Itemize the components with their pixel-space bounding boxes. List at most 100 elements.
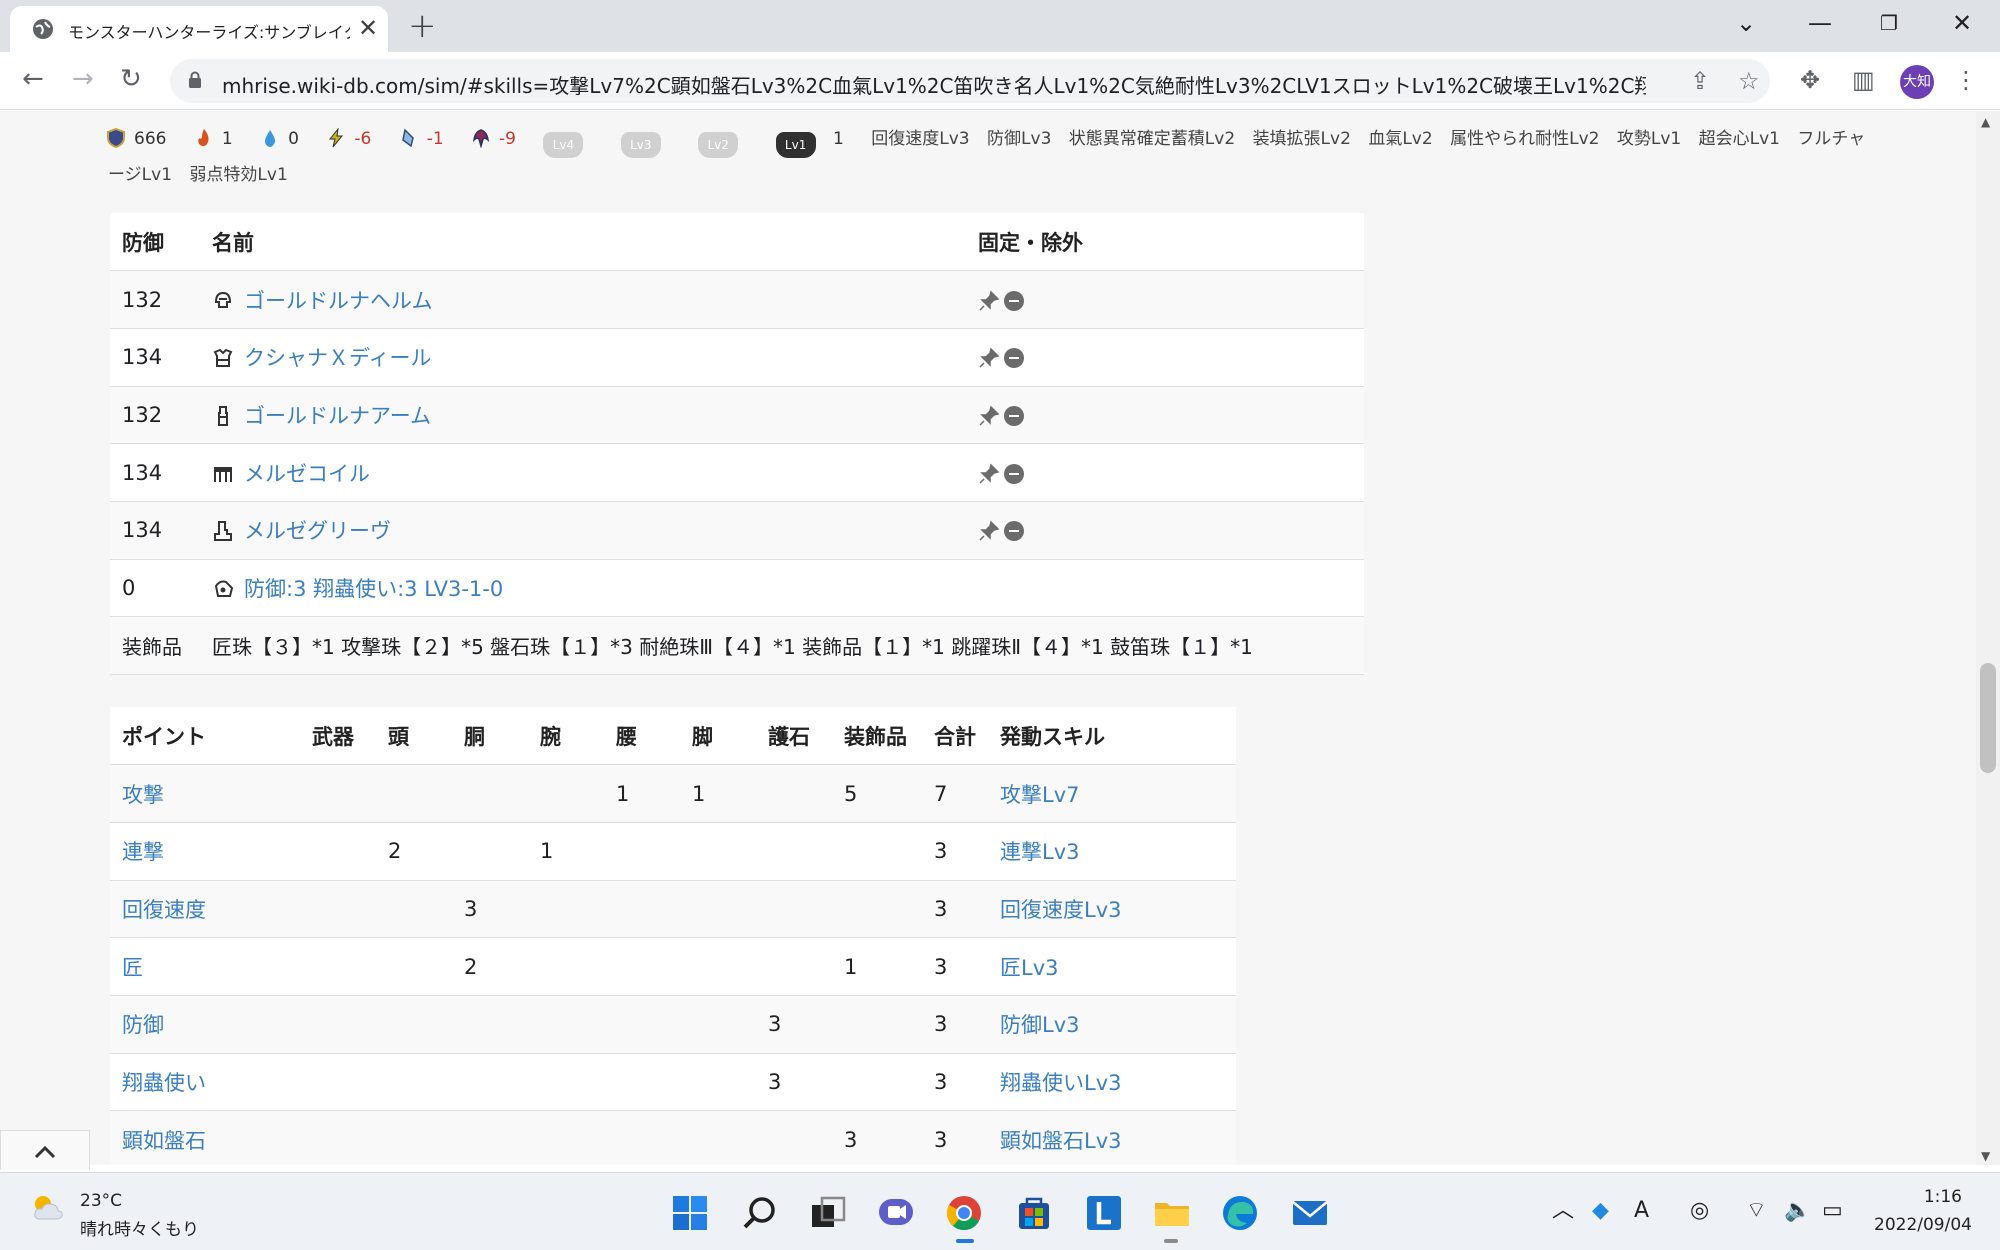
minimize-button[interactable]: —: [1808, 8, 1832, 38]
ime-mode-icon[interactable]: A: [1634, 1197, 1649, 1225]
weapon-points: [300, 1110, 376, 1165]
skill-link[interactable]: 攻撃: [122, 783, 164, 807]
menu-kebab-icon[interactable]: ⋮: [1954, 65, 1978, 95]
skill-link[interactable]: 顕如盤石: [122, 1129, 206, 1153]
skill-link[interactable]: 匠: [122, 956, 143, 980]
mail-icon[interactable]: [1290, 1193, 1330, 1233]
search-icon[interactable]: [740, 1193, 780, 1233]
active-skill-link[interactable]: 攻撃Lv7: [1000, 783, 1080, 807]
wifi-icon[interactable]: ⌔: [1746, 1197, 1767, 1225]
skill-link[interactable]: 防御: [122, 1013, 164, 1037]
equip-link[interactable]: メルゼグリーヴ: [244, 519, 391, 543]
volume-icon[interactable]: 🔈: [1784, 1197, 1811, 1225]
weapon-points: [300, 937, 376, 996]
tab-close-icon[interactable]: ✕: [358, 16, 378, 40]
clock-time[interactable]: 1:16: [1922, 1187, 1962, 1207]
pin-icon[interactable]: [978, 347, 1000, 369]
back-to-top-button[interactable]: [0, 1130, 90, 1170]
total-points: 3: [922, 822, 988, 881]
equip-link[interactable]: クシャナＸディール: [244, 346, 432, 370]
summary-skill: 属性やられ耐性Lv2: [1450, 129, 1600, 149]
equip-link[interactable]: ゴールドルナアーム: [244, 404, 431, 428]
store-icon[interactable]: [1014, 1193, 1054, 1233]
exclude-icon[interactable]: [1004, 463, 1024, 484]
scrollbar-thumb[interactable]: [1980, 663, 1996, 773]
url-text[interactable]: mhrise.wiki-db.com/sim/#skills=攻撃Lv7%2C顕…: [222, 70, 1646, 99]
tab-search-chevron-icon[interactable]: ⌄: [1736, 8, 1756, 38]
skill-link[interactable]: 翔蟲使い: [122, 1071, 206, 1095]
talisman-link[interactable]: 防御:3 翔蟲使い:3 LV3-1-0: [244, 577, 503, 601]
share-icon[interactable]: ⇪: [1690, 67, 1710, 95]
active-skill-link[interactable]: 翔蟲使いLv3: [1000, 1071, 1122, 1095]
weather-description[interactable]: 晴れ時々くもり: [80, 1215, 199, 1240]
partly-sunny-icon[interactable]: [30, 1193, 66, 1223]
ime-toggle-icon[interactable]: ◎: [1690, 1197, 1709, 1225]
profile-avatar[interactable]: 大知: [1900, 65, 1934, 99]
page-scrollbar[interactable]: ▲ ▼: [1976, 111, 2000, 1165]
skill-link[interactable]: 回復速度: [122, 898, 206, 922]
clock-date[interactable]: 2022/09/04: [1874, 1215, 1972, 1235]
bookmark-star-icon[interactable]: ☆: [1738, 67, 1760, 95]
active-skill-link[interactable]: 回復速度Lv3: [1000, 898, 1122, 922]
address-bar[interactable]: mhrise.wiki-db.com/sim/#skills=攻撃Lv7%2C顕…: [170, 59, 1770, 103]
summary-skill: 弱点特効Lv1: [189, 165, 288, 185]
lock-icon[interactable]: [188, 71, 202, 89]
show-hidden-icons-chevron-icon[interactable]: ︿: [1552, 1197, 1574, 1225]
teams-chat-icon[interactable]: [876, 1193, 916, 1233]
exclude-icon[interactable]: [1004, 521, 1024, 542]
extensions-puzzle-icon[interactable]: ✥: [1800, 65, 1820, 95]
defense-stat: 666: [106, 121, 166, 157]
talisman-points: [756, 822, 832, 881]
new-tab-button[interactable]: +: [408, 8, 437, 44]
pin-icon[interactable]: [978, 520, 1000, 542]
total-points: 3: [922, 995, 988, 1054]
ice-icon: [401, 128, 414, 148]
active-skill-link[interactable]: 防御Lv3: [1000, 1013, 1080, 1037]
edge-icon[interactable]: [1220, 1193, 1260, 1233]
pin-icon[interactable]: [978, 405, 1000, 427]
exclude-icon[interactable]: [1004, 405, 1024, 426]
exclude-icon[interactable]: [1004, 348, 1024, 369]
reload-button[interactable]: ↻: [120, 64, 142, 94]
scroll-up-arrow-icon[interactable]: ▲: [1981, 115, 1990, 129]
forward-button[interactable]: →: [72, 64, 94, 94]
active-skill-link[interactable]: 顕如盤石Lv3: [1000, 1129, 1122, 1153]
header-points: ポイント: [110, 707, 300, 766]
summary-skill: 攻勢Lv1: [1616, 129, 1682, 149]
header-leg: 脚: [680, 707, 756, 766]
equip-link[interactable]: メルゼコイル: [244, 462, 370, 486]
restore-button[interactable]: ❐: [1880, 8, 1898, 38]
skill-link[interactable]: 連撃: [122, 840, 164, 864]
weather-temperature[interactable]: 23°C: [80, 1191, 122, 1211]
arm-icon: [218, 405, 228, 426]
table-row: 132 ゴールドルナヘルム: [110, 270, 1364, 329]
windows-start-icon[interactable]: [670, 1193, 710, 1233]
close-window-button[interactable]: ✕: [1952, 8, 1972, 38]
scroll-down-arrow-icon[interactable]: ▼: [1981, 1149, 1990, 1163]
slot-lv1-badge: Lv1: [775, 132, 816, 158]
header-name: 名前: [200, 213, 966, 272]
file-explorer-icon[interactable]: [1152, 1193, 1192, 1233]
active-skill-link[interactable]: 連撃Lv3: [1000, 840, 1080, 864]
deco-points: 3: [832, 1110, 922, 1165]
deco-points: 5: [832, 764, 922, 823]
exclude-icon[interactable]: [1004, 290, 1024, 311]
equip-link[interactable]: ゴールドルナヘルム: [244, 289, 433, 313]
table-row: 連撃 2 1 3 連撃Lv3: [110, 822, 1236, 881]
side-panel-icon[interactable]: ▥: [1852, 65, 1875, 95]
chrome-active-indicator: [956, 1239, 974, 1243]
app-l-icon[interactable]: [1084, 1193, 1124, 1233]
pin-icon[interactable]: [978, 290, 1000, 312]
task-view-icon[interactable]: [808, 1193, 848, 1233]
active-tab[interactable]: モンスターハンターライズ:サンブレイク攻 ✕: [10, 6, 388, 52]
pin-icon[interactable]: [978, 463, 1000, 485]
tray-app-icon[interactable]: ◆: [1592, 1197, 1609, 1225]
back-button[interactable]: ←: [22, 64, 44, 94]
waist-points: [604, 937, 680, 996]
chrome-icon[interactable]: [944, 1193, 984, 1233]
deco-points: [832, 1053, 922, 1112]
summary-skill: 血氣Lv2: [1368, 129, 1433, 149]
battery-icon[interactable]: ▭: [1822, 1197, 1843, 1225]
active-skill-link[interactable]: 匠Lv3: [1000, 956, 1059, 980]
defense-value: 0: [110, 559, 200, 618]
